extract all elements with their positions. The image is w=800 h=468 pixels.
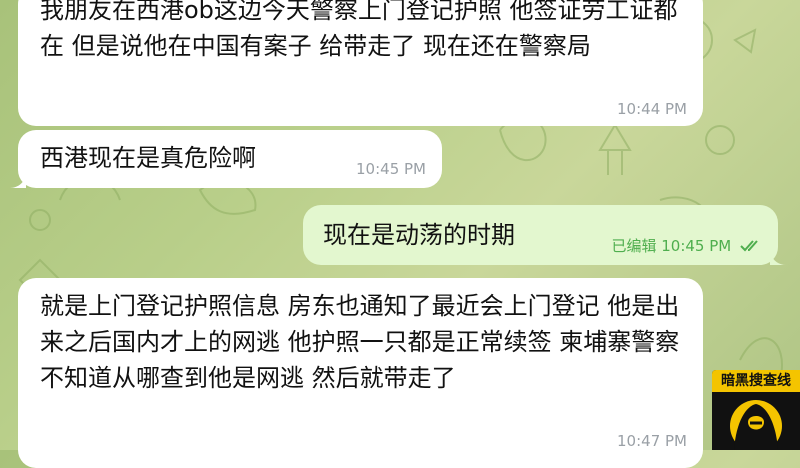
watermark-logo: 暗黑搜查线 bbox=[712, 370, 800, 450]
message-meta: 已编辑 10:45 PM bbox=[611, 237, 762, 255]
watermark-text: 暗黑搜查线 bbox=[712, 370, 800, 392]
double-check-icon bbox=[740, 240, 758, 252]
hooded-figure-icon bbox=[730, 400, 782, 450]
message-text: 我朋友在西港ob这边今天警察上门登记护照 他签证劳工证都在 但是说他在中国有案子… bbox=[40, 0, 678, 60]
message-timestamp: 10:44 PM bbox=[617, 100, 687, 118]
edited-label: 已编辑 bbox=[611, 237, 657, 255]
message-timestamp: 10:47 PM bbox=[617, 432, 687, 450]
bubble-tail bbox=[770, 249, 786, 265]
message-timestamp: 10:45 PM bbox=[661, 237, 732, 255]
message-bubble-incoming[interactable]: 西港现在是真危险啊 10:45 PM bbox=[10, 130, 442, 188]
message-timestamp: 10:45 PM bbox=[356, 160, 426, 178]
message-text: 就是上门登记护照信息 房东也通知了最近会上门登记 他是出来之后国内才上的网逃 他… bbox=[40, 292, 680, 392]
message-bubble-incoming[interactable]: 我朋友在西港ob这边今天警察上门登记护照 他签证劳工证都在 但是说他在中国有案子… bbox=[18, 0, 703, 126]
message-bubble-outgoing[interactable]: 现在是动荡的时期 已编辑 10:45 PM bbox=[303, 205, 786, 265]
message-bubble-incoming[interactable]: 就是上门登记护照信息 房东也通知了最近会上门登记 他是出来之后国内才上的网逃 他… bbox=[18, 278, 703, 468]
bubble-tail bbox=[10, 172, 26, 188]
